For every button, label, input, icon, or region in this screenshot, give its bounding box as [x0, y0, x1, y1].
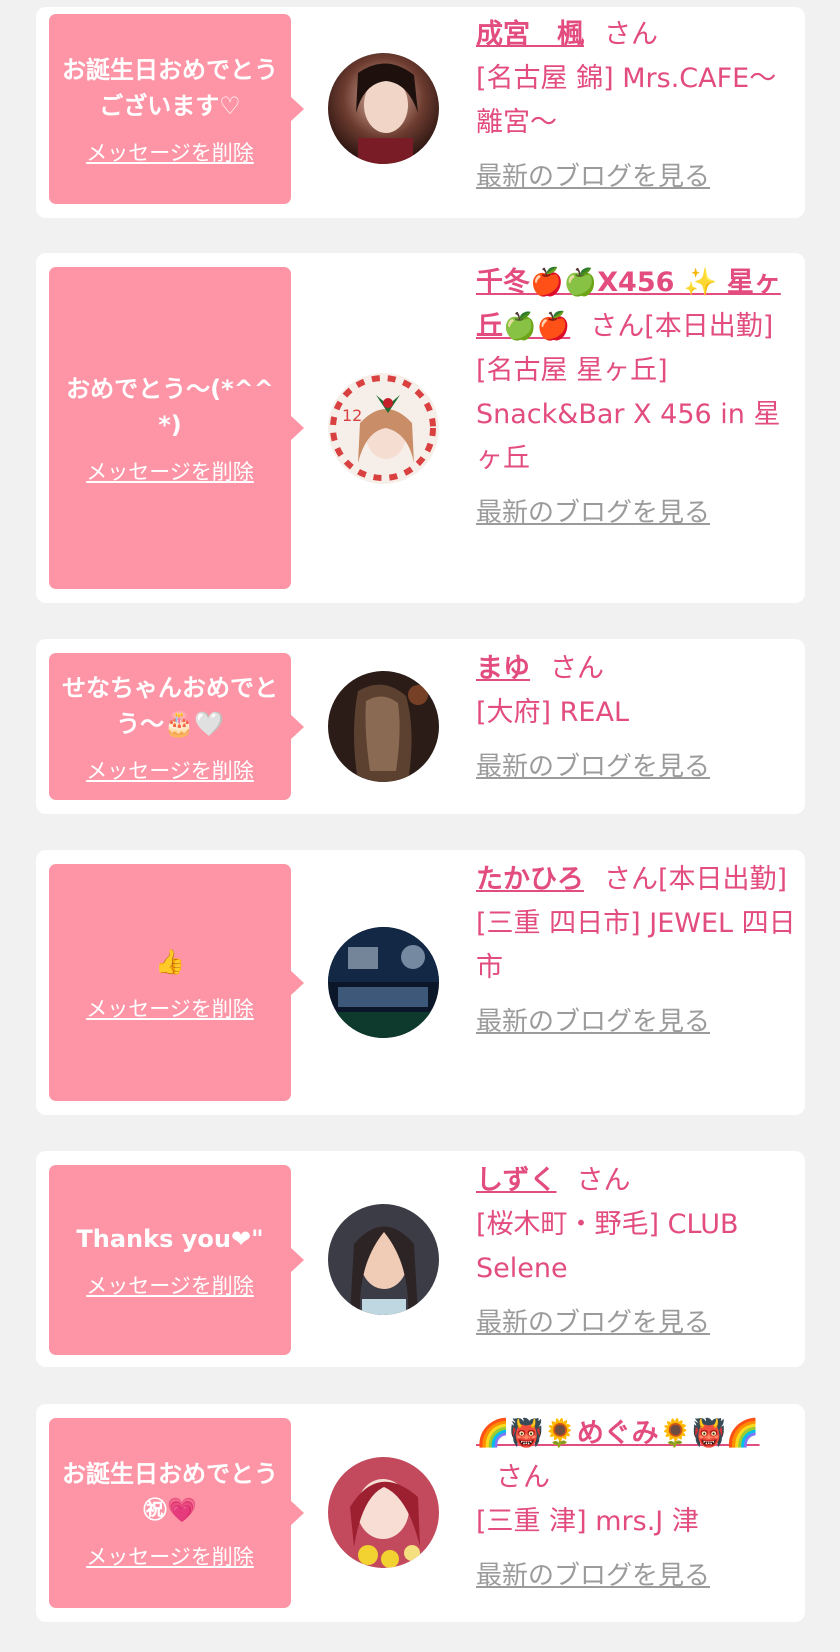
shop-name: [三重 四日市] JEWEL 四日市 — [476, 908, 796, 983]
attendance-status: [本日出勤] — [644, 311, 774, 342]
avatar[interactable] — [328, 53, 439, 164]
latest-blog-link[interactable]: 最新のブログを見る — [476, 749, 796, 785]
sender-line: たかひろ さん[本日出勤] — [476, 858, 796, 902]
honorific: さん — [604, 864, 658, 895]
sender-line: 成宮 楓さん — [476, 13, 796, 57]
shop-name: [大府] REAL — [476, 697, 629, 728]
latest-blog-link[interactable]: 最新のブログを見る — [476, 1004, 796, 1040]
message-text: おめでとう～(*^^*) — [66, 375, 274, 439]
svg-text:12: 12 — [342, 406, 362, 425]
message-bubble: せなちゃんおめでとう～🎂🤍 メッセージを削除 — [49, 653, 304, 800]
sender-line: 千冬🍎🍏X456 ✨ 星ヶ丘🍏🍎 さん[本日出勤] — [476, 261, 796, 349]
sender-name-link[interactable]: まゆ — [476, 653, 530, 684]
message-card: お誕生日おめでとう㊗💗 メッセージを削除 🌈👹🌻めぐみ🌻👹🌈 さん [三重 津] … — [36, 1404, 805, 1622]
message-card: お誕生日おめでとうございます♡ メッセージを削除 成宮 楓さん [名古屋 錦] … — [36, 7, 805, 218]
avatar[interactable] — [328, 1204, 439, 1315]
message-bubble: 👍 メッセージを削除 — [49, 864, 304, 1101]
sender-info: 成宮 楓さん [名古屋 錦] Mrs.CAFE～離宮～ 最新のブログを見る — [476, 13, 796, 195]
sender-info: しずく さん [桜木町・野毛] CLUB Selene 最新のブログを見る — [476, 1159, 796, 1341]
avatar[interactable] — [328, 671, 439, 782]
sender-name-link[interactable]: 成宮 楓 — [476, 19, 584, 50]
shop-name: [桜木町・野毛] CLUB Selene — [476, 1209, 739, 1284]
message-card: おめでとう～(*^^*) メッセージを削除 12 千冬🍎🍏X456 ✨ 星ヶ丘🍏… — [36, 253, 805, 603]
attendance-status: [本日出勤] — [658, 864, 788, 895]
message-bubble: お誕生日おめでとうございます♡ メッセージを削除 — [49, 14, 304, 204]
avatar[interactable]: 12 — [328, 373, 439, 484]
message-text: お誕生日おめでとうございます♡ — [62, 56, 278, 120]
sender-line: まゆ さん — [476, 647, 796, 691]
honorific: さん — [576, 1165, 631, 1196]
avatar[interactable] — [328, 1457, 439, 1568]
delete-message-link[interactable]: メッセージを削除 — [86, 140, 254, 166]
message-card: せなちゃんおめでとう～🎂🤍 メッセージを削除 まゆ さん [大府] REAL 最新… — [36, 639, 805, 814]
delete-message-link[interactable]: メッセージを削除 — [86, 996, 254, 1022]
message-list: お誕生日おめでとうございます♡ メッセージを削除 成宮 楓さん [名古屋 錦] … — [0, 0, 840, 1652]
sender-line: しずく さん — [476, 1159, 796, 1203]
delete-message-link[interactable]: メッセージを削除 — [86, 459, 254, 485]
delete-message-link[interactable]: メッセージを削除 — [86, 1273, 254, 1299]
message-text: 👍 — [155, 947, 185, 976]
latest-blog-link[interactable]: 最新のブログを見る — [476, 1558, 796, 1594]
message-bubble: お誕生日おめでとう㊗💗 メッセージを削除 — [49, 1418, 304, 1608]
honorific: さん — [604, 19, 658, 50]
latest-blog-link[interactable]: 最新のブログを見る — [476, 1305, 796, 1341]
honorific: さん — [550, 653, 604, 684]
sender-info: まゆ さん [大府] REAL 最新のブログを見る — [476, 647, 796, 785]
avatar[interactable] — [328, 927, 439, 1038]
delete-message-link[interactable]: メッセージを削除 — [86, 1544, 254, 1570]
sender-name-link[interactable]: 🌈👹🌻めぐみ🌻👹🌈 — [476, 1418, 760, 1449]
message-card: 👍 メッセージを削除 たかひろ さん[本日出勤] [三重 四日市] JEWEL 四… — [36, 850, 805, 1115]
shop-name: [名古屋 錦] Mrs.CAFE～離宮～ — [476, 63, 777, 138]
sender-info: たかひろ さん[本日出勤] [三重 四日市] JEWEL 四日市 最新のブログを見… — [476, 858, 796, 1040]
sender-info: 千冬🍎🍏X456 ✨ 星ヶ丘🍏🍎 さん[本日出勤] [名古屋 星ヶ丘] Snack… — [476, 261, 796, 531]
message-text: Thanks you❤" — [76, 1225, 264, 1253]
sender-name-link[interactable]: しずく — [476, 1165, 556, 1196]
message-text: お誕生日おめでとう㊗💗 — [62, 1460, 278, 1524]
message-bubble: おめでとう～(*^^*) メッセージを削除 — [49, 267, 304, 589]
sender-line: 🌈👹🌻めぐみ🌻👹🌈 さん — [476, 1412, 796, 1500]
shop-name: [三重 津] mrs.J 津 — [476, 1506, 699, 1537]
sender-name-link[interactable]: たかひろ — [476, 864, 584, 895]
honorific: さん — [590, 311, 645, 342]
message-card: Thanks you❤" メッセージを削除 しずく さん [桜木町・野毛] CLU… — [36, 1151, 805, 1367]
honorific: さん — [496, 1462, 550, 1493]
latest-blog-link[interactable]: 最新のブログを見る — [476, 159, 796, 195]
sender-info: 🌈👹🌻めぐみ🌻👹🌈 さん [三重 津] mrs.J 津 最新のブログを見る — [476, 1412, 796, 1594]
latest-blog-link[interactable]: 最新のブログを見る — [476, 495, 796, 531]
message-text: せなちゃんおめでとう～🎂🤍 — [62, 673, 278, 738]
delete-message-link[interactable]: メッセージを削除 — [86, 758, 254, 784]
shop-name: [名古屋 星ヶ丘] Snack&Bar X 456 in 星ヶ丘 — [476, 355, 781, 474]
message-bubble: Thanks you❤" メッセージを削除 — [49, 1165, 304, 1355]
